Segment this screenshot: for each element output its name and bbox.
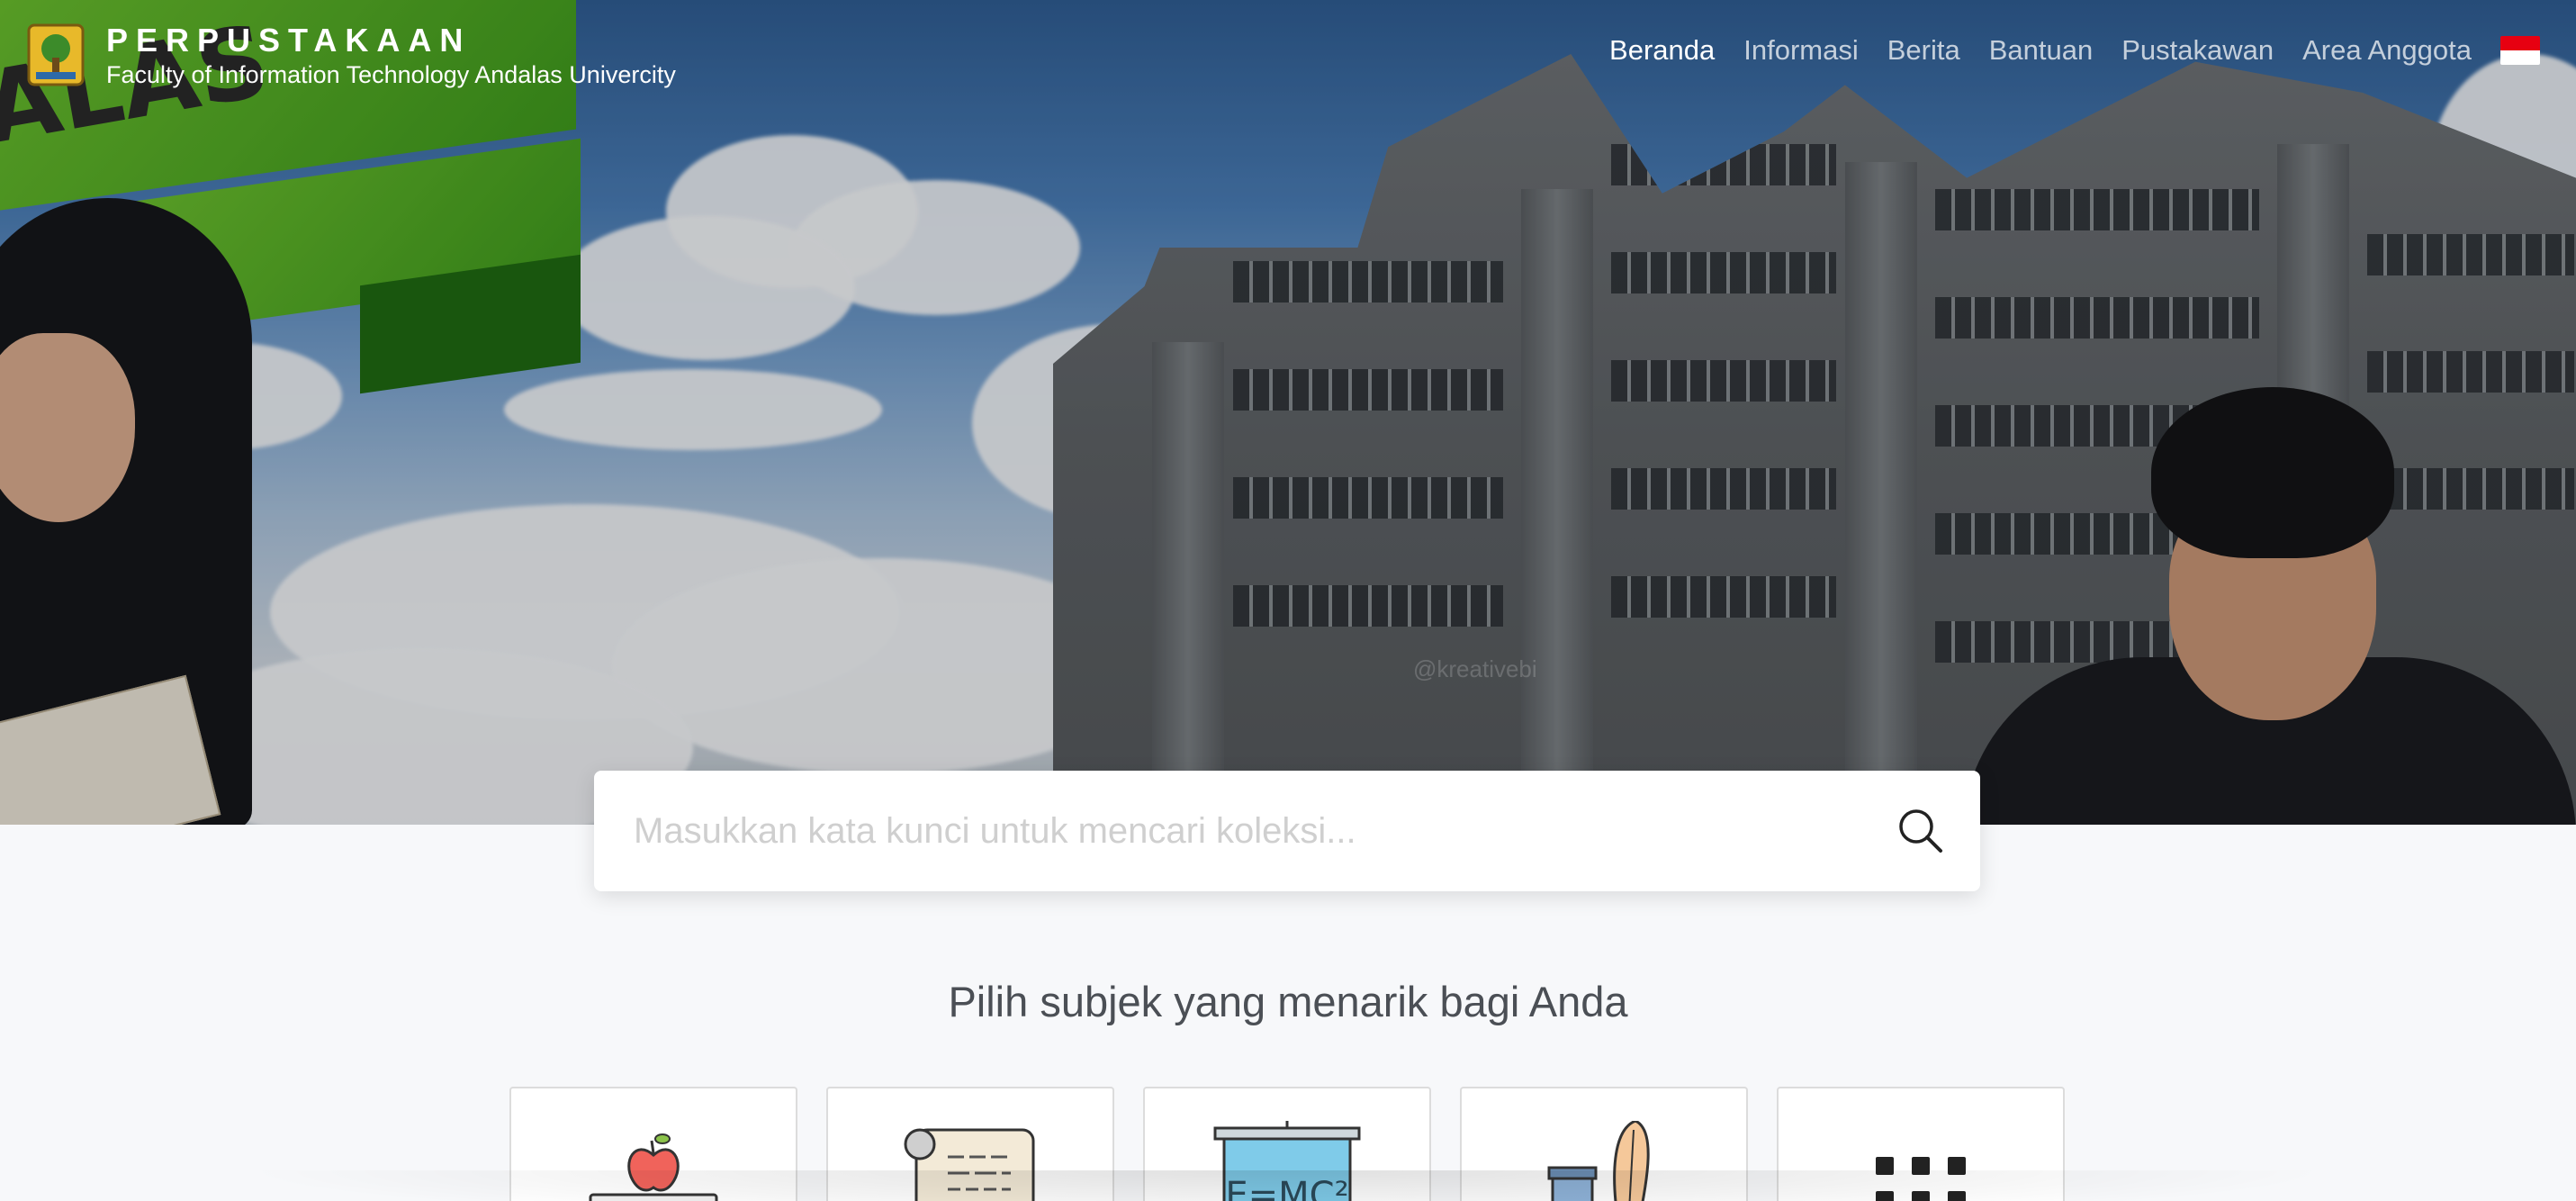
nav-area-anggota[interactable]: Area Anggota <box>2302 34 2472 67</box>
search-box <box>594 771 1980 891</box>
apple-books-icon <box>589 1133 718 1201</box>
subject-heading: Pilih subjek yang menarik bagi Anda <box>948 978 1628 1025</box>
search-icon[interactable] <box>1894 804 1948 858</box>
brand-title[interactable]: PERPUSTAKAAN <box>106 22 471 59</box>
nav-informasi[interactable]: Informasi <box>1743 34 1858 67</box>
indonesia-flag-icon[interactable] <box>2500 36 2540 65</box>
subject-card-scroll[interactable] <box>826 1087 1114 1201</box>
subject-card-more[interactable] <box>1777 1087 2065 1201</box>
nav-berita[interactable]: Berita <box>1887 34 1960 67</box>
hero-banner: @kreativebi ALAS <box>0 0 2576 825</box>
subject-cards: E=MC² <box>509 1087 2094 1201</box>
subject-card-apple[interactable] <box>509 1087 797 1201</box>
nav-bantuan[interactable]: Bantuan <box>1989 34 2094 67</box>
search-input[interactable] <box>594 771 1894 891</box>
nav-beranda[interactable]: Beranda <box>1609 34 1715 67</box>
university-logo-icon[interactable] <box>27 23 85 86</box>
emc2-text: E=MC² <box>1225 1175 1349 1201</box>
brand-subtitle: Faculty of Information Technology Andala… <box>106 61 676 88</box>
subject-card-science[interactable]: E=MC² <box>1143 1087 1431 1201</box>
top-navbar: PERPUSTAKAAN Faculty of Information Tech… <box>0 0 2576 108</box>
scroll-icon <box>904 1128 1035 1201</box>
grid-more-icon <box>1876 1157 1966 1201</box>
quill-ink-icon <box>1547 1121 1650 1201</box>
subject-card-literature[interactable] <box>1460 1087 1748 1201</box>
nav-pustakawan[interactable]: Pustakawan <box>2121 34 2274 67</box>
main-nav: Beranda Informasi Berita Bantuan Pustaka… <box>1581 34 2576 67</box>
